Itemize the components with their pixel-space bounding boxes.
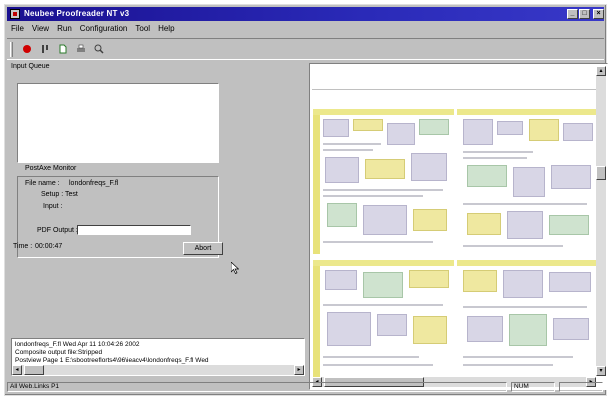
file-name-label: File name : xyxy=(25,180,60,187)
document-icon xyxy=(59,44,67,54)
maximize-button[interactable]: □ xyxy=(579,9,590,19)
preview-top-strip xyxy=(312,66,597,90)
left-pane: Input Queue PostAxe Monitor File name : … xyxy=(11,63,305,338)
toolbar xyxy=(7,38,604,60)
preview-page xyxy=(457,109,598,254)
preview-page xyxy=(313,260,454,378)
app-window: Neubee Proofreader NT v3 _ □ × File View R… xyxy=(4,4,608,396)
menu-run[interactable]: Run xyxy=(53,23,76,34)
preview-vscroll-thumb[interactable] xyxy=(596,166,606,180)
zoom-button[interactable] xyxy=(91,42,107,57)
num-lock-indicator: NUM xyxy=(511,382,555,392)
log-line: Postview Page 1 E:\sbootreeflorts4\96\ie… xyxy=(15,357,209,364)
input-label: Input : xyxy=(43,203,63,210)
scroll-left-icon[interactable]: ◂ xyxy=(12,365,22,375)
mouse-cursor-icon xyxy=(231,262,239,274)
close-button[interactable]: × xyxy=(593,9,604,19)
window-title: Neubee Proofreader NT v3 xyxy=(24,9,130,18)
pdf-output-field[interactable] xyxy=(77,225,191,235)
input-queue-list[interactable] xyxy=(17,83,219,163)
menu-bar: File View Run Configuration Tool Help xyxy=(7,23,604,36)
scroll-up-icon[interactable]: ▴ xyxy=(596,66,606,76)
time-label: Time : xyxy=(13,243,33,250)
abort-button[interactable]: Abort xyxy=(183,242,223,255)
log-scroll-thumb[interactable] xyxy=(24,365,44,375)
log-horizontal-scrollbar[interactable]: ◂ ▸ xyxy=(12,365,304,375)
time-value: 00:00:47 xyxy=(35,243,63,250)
document-button[interactable] xyxy=(55,42,71,57)
menu-view[interactable]: View xyxy=(28,23,53,34)
status-text: All Web.Links P1 xyxy=(7,382,507,392)
postaxe-monitor-title: PostAxe Monitor xyxy=(25,165,77,172)
record-icon xyxy=(23,45,31,53)
title-bar[interactable]: Neubee Proofreader NT v3 _ □ × xyxy=(7,7,604,21)
menu-configuration[interactable]: Configuration xyxy=(76,23,132,34)
record-button[interactable] xyxy=(19,42,35,57)
setup-label: Setup : Test xyxy=(41,191,78,198)
input-queue-header: Input Queue xyxy=(11,63,50,70)
zoom-icon xyxy=(94,44,104,54)
app-icon xyxy=(10,9,20,19)
log-panel[interactable]: londonfreqs_F.fl Wed Apr 11 10:04:26 200… xyxy=(11,338,305,376)
preview-vertical-scrollbar[interactable]: ▴ ▾ xyxy=(596,66,606,376)
menu-tool[interactable]: Tool xyxy=(131,23,154,34)
minimize-button[interactable]: _ xyxy=(567,9,578,19)
scroll-right-icon[interactable]: ▸ xyxy=(294,365,304,375)
toolbar-grip[interactable] xyxy=(10,42,13,57)
status-bar: All Web.Links P1 NUM xyxy=(7,381,604,393)
preview-page xyxy=(313,109,454,254)
log-line: londonfreqs_F.fl Wed Apr 11 10:04:26 200… xyxy=(15,341,140,348)
pause-button[interactable] xyxy=(37,42,53,57)
menu-file[interactable]: File xyxy=(7,23,28,34)
scroll-down-icon[interactable]: ▾ xyxy=(596,366,606,376)
print-button[interactable] xyxy=(73,42,89,57)
file-name-value: londonfreqs_F.fl xyxy=(69,180,119,187)
pdf-output-label: PDF Output : xyxy=(37,227,78,234)
menu-help[interactable]: Help xyxy=(154,23,178,34)
pause-icon xyxy=(42,45,48,53)
preview-page xyxy=(457,260,598,378)
status-pane-empty xyxy=(559,382,603,392)
log-line: Composite output file:Stripped xyxy=(15,349,103,356)
print-icon xyxy=(77,44,85,52)
preview-pane[interactable]: ▴ ▾ ◂ ▸ xyxy=(309,63,608,390)
